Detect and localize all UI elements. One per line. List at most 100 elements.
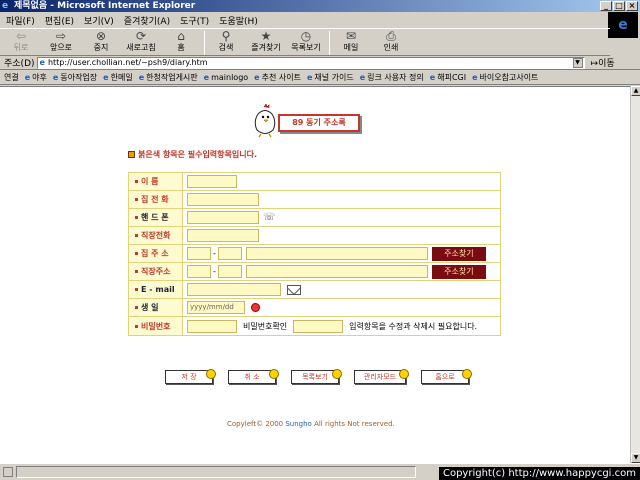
toolbar: ⇦ 뒤로 ⇨ 앞으로 ⊗ 중지 ⟳ 새로고침 ⌂ 홈 ⚲ 검색 ★ 즐겨찾기 ◷… — [0, 28, 610, 56]
page-status-icon — [3, 467, 13, 477]
vertical-scrollbar[interactable]: ▲ ▼ — [630, 86, 640, 463]
maximize-button[interactable]: □ — [613, 1, 625, 11]
save-button[interactable]: 저 장 — [165, 369, 216, 384]
link-item[interactable]: e mainlogo — [204, 73, 249, 82]
page-icon: e — [39, 58, 45, 67]
forward-button[interactable]: ⇨ 앞으로 — [44, 29, 78, 53]
search-label: 검색 — [218, 43, 234, 52]
ie-page-icon: e — [359, 73, 366, 82]
password-note: 입력항목을 수정과 삭제시 필요합니다. — [349, 321, 478, 331]
link-label: 바이오참고사이트 — [479, 73, 539, 82]
page-logo: 89 동기 주소록 — [250, 104, 390, 138]
home-zip1-input[interactable] — [187, 247, 211, 260]
mobile-input[interactable] — [187, 211, 259, 224]
link-label: 한메일 — [110, 73, 133, 82]
refresh-label: 새로고침 — [126, 43, 156, 52]
address-dropdown-button[interactable]: ▼ — [572, 57, 583, 68]
link-item[interactable]: e 바이오참고사이트 — [472, 72, 538, 83]
work-zip1-input[interactable] — [187, 265, 211, 278]
work-address-input[interactable] — [245, 265, 428, 278]
password-label: 비밀번호 — [141, 321, 171, 331]
password-confirm-input[interactable] — [293, 319, 344, 333]
back-button[interactable]: ⇦ 뒤로 — [4, 29, 38, 53]
bullet-icon — [135, 270, 138, 273]
chick-icon — [462, 369, 472, 379]
search-button[interactable]: ⚲ 검색 — [209, 29, 243, 53]
ie-page-icon: e — [254, 73, 260, 82]
list-label: 목록보기 — [302, 373, 328, 381]
work-zip2-input[interactable] — [217, 265, 242, 278]
menu-favorites[interactable]: 즐겨찾기(A) — [124, 14, 170, 27]
address-form: 이 름 집 전 화 핸 드 폰 ☏ 직장전화 집 주 소 - 주소찾기 직장주소 — [128, 172, 501, 336]
form-label: E - mail — [129, 281, 183, 298]
address-label: 주소(D) — [4, 59, 35, 69]
forward-arrow-icon: ⇨ — [55, 29, 67, 43]
chick-icon — [332, 369, 342, 379]
go-button[interactable]: ↦이동 — [591, 56, 615, 69]
copyright-author-link[interactable]: Sungho — [285, 420, 311, 428]
birthday-label: 생 일 — [141, 303, 159, 312]
link-item[interactable]: e 동아작업장 — [53, 72, 97, 83]
form-row: 직장전화 — [129, 227, 500, 245]
link-item[interactable]: e 야후 — [25, 72, 47, 83]
menu-help[interactable]: 도움말(H) — [219, 14, 258, 27]
list-button[interactable]: 목록보기 — [291, 369, 342, 384]
back-label: 뒤로 — [13, 43, 29, 52]
password-input[interactable] — [187, 319, 237, 333]
address-url: http://user.chollian.net/~psh9/diary.htm — [47, 58, 208, 67]
email-input[interactable] — [187, 283, 281, 296]
scroll-up-button[interactable]: ▲ — [631, 86, 640, 96]
chick-icon — [206, 369, 216, 379]
link-label: mainlogo — [211, 73, 249, 82]
home-link-button[interactable]: 홈으로 — [421, 369, 472, 384]
menu-view[interactable]: 보기(V) — [84, 14, 114, 27]
birthday-input[interactable]: yyyy/mm/dd — [187, 301, 245, 314]
password-confirm-label: 비밀번호확인 — [243, 321, 288, 331]
menu-file[interactable]: 파일(F) — [6, 14, 35, 27]
work-phone-input[interactable] — [187, 229, 259, 242]
link-item[interactable]: e 해피CGI — [430, 72, 466, 83]
bullet-icon — [135, 324, 138, 328]
name-label: 이 름 — [141, 177, 159, 186]
mail-button[interactable]: ✉ 메일 — [334, 29, 368, 53]
home-button[interactable]: ⌂ 홈 — [164, 29, 198, 53]
link-label: 해피CGI — [437, 73, 467, 82]
form-row: E - mail — [129, 281, 500, 299]
home-address-input[interactable] — [245, 247, 428, 260]
scroll-down-button[interactable]: ▼ — [631, 453, 640, 463]
name-input[interactable] — [187, 175, 237, 188]
work-address-search-button[interactable]: 주소찾기 — [431, 264, 486, 279]
menu-edit[interactable]: 편집(E) — [45, 14, 74, 27]
admin-mode-button[interactable]: 관리자모드 — [354, 369, 409, 384]
favorites-label: 즐겨찾기 — [251, 43, 281, 52]
home-zip2-input[interactable] — [217, 247, 242, 260]
link-label: 채널 가이드 — [314, 73, 354, 82]
home-address-search-button[interactable]: 주소찾기 — [431, 246, 486, 261]
copyright-suffix: All rights Not reserved. — [311, 420, 395, 428]
address-input[interactable]: e http://user.chollian.net/~psh9/diary.h… — [36, 56, 585, 69]
link-item[interactable]: e 채널 가이드 — [307, 72, 354, 83]
print-button[interactable]: ⎙ 인쇄 — [374, 29, 408, 53]
stop-icon: ⊗ — [95, 29, 107, 43]
refresh-button[interactable]: ⟳ 새로고침 — [124, 29, 158, 53]
search-icon: ⚲ — [221, 29, 231, 43]
link-item[interactable]: e 링크 사용자 정의 — [360, 72, 424, 83]
bullet-icon — [135, 234, 138, 237]
link-item[interactable]: e 추천 사이트 — [254, 72, 301, 83]
minimize-button[interactable]: _ — [600, 1, 612, 11]
home-phone-input[interactable] — [187, 193, 259, 206]
link-item[interactable]: e 한청작업게시판 — [139, 72, 198, 83]
form-row: 이 름 — [129, 173, 500, 191]
close-button[interactable]: × — [626, 1, 638, 11]
notice-text: 붉은색 항목은 필수입력항목입니다. — [138, 150, 258, 159]
menu-tools[interactable]: 도구(T) — [180, 14, 209, 27]
ie-page-icon: e — [306, 73, 313, 82]
history-button[interactable]: ◷ 목록보기 — [289, 29, 323, 53]
form-label: 이 름 — [129, 173, 183, 190]
link-item[interactable]: e 한메일 — [103, 72, 133, 83]
home-address-label: 집 주 소 — [141, 249, 169, 258]
work-phone-label: 직장전화 — [141, 231, 171, 240]
stop-button[interactable]: ⊗ 중지 — [84, 29, 118, 53]
favorites-button[interactable]: ★ 즐겨찾기 — [249, 29, 283, 53]
cancel-button[interactable]: 취 소 — [228, 369, 279, 384]
